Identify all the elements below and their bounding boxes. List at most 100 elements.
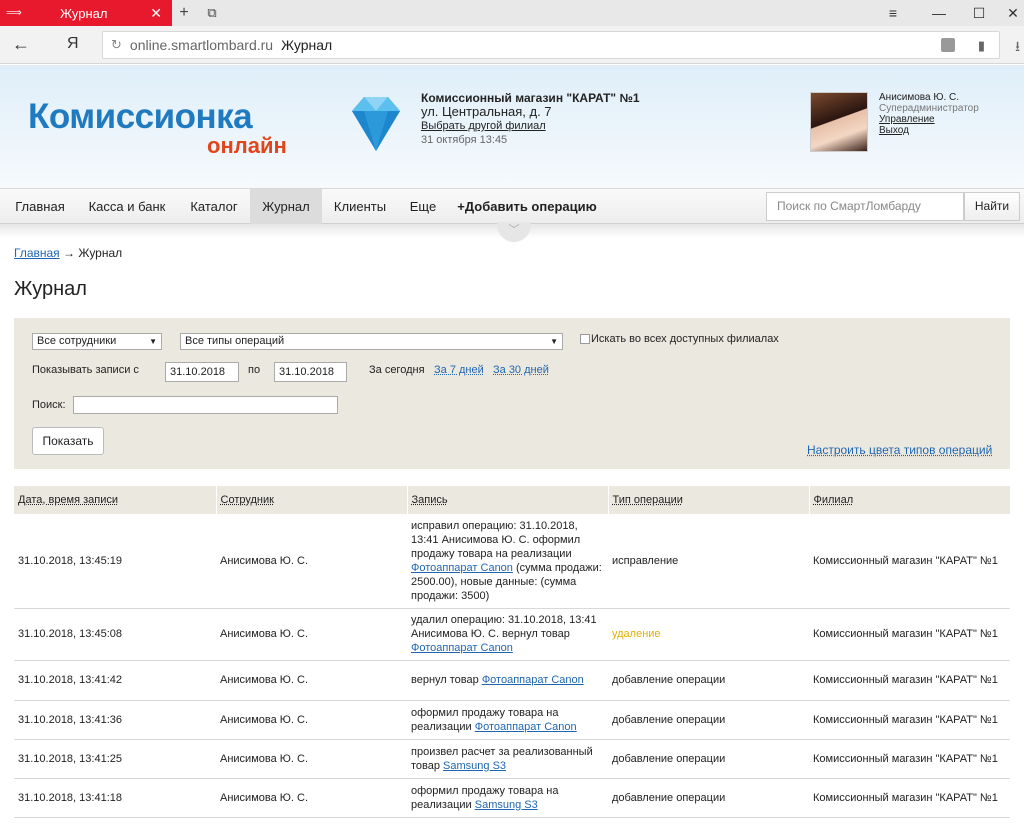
switch-branch-link[interactable]: Выбрать другой филиал — [421, 119, 640, 133]
site-header: Комиссионка онлайн Комиссионный магазин … — [0, 65, 1024, 188]
cell-branch: Комиссионный магазин "КАРАТ" №1 — [809, 700, 1010, 740]
page-title: Журнал — [14, 278, 87, 300]
cell-record: вернул товар Фотоаппарат Canon — [407, 660, 608, 701]
date-from-input[interactable]: 31.10.2018 — [165, 362, 239, 382]
minimize-icon[interactable]: — — [928, 3, 950, 23]
tab-title: Журнал — [60, 5, 108, 21]
breadcrumb-arrow: → — [63, 246, 76, 260]
cell-record: удалил операцию: 31.10.2018, 13:41 Аниси… — [407, 608, 608, 661]
week-link[interactable]: За 7 дней — [434, 364, 484, 376]
filter-panel: Все сотрудники ▼ Все типы операций ▼ Иск… — [14, 318, 1010, 469]
operation-types-select[interactable]: Все типы операций ▼ — [180, 333, 563, 350]
logout-link[interactable]: Выход — [879, 125, 979, 136]
employees-select-value: Все сотрудники — [37, 335, 117, 347]
menu-item-home[interactable]: Главная — [4, 189, 76, 224]
lock-icon[interactable] — [941, 38, 955, 52]
cell-branch: Комиссионный магазин "КАРАТ" №1 — [809, 739, 1010, 779]
manage-link[interactable]: Управление — [879, 114, 979, 125]
address-bar: ← Я ↻ online.smartlombard.ru Журнал ▮ ⭳ — [0, 26, 1024, 64]
col-header-datetime[interactable]: Дата, время записи — [14, 486, 216, 514]
table-row: 31.10.2018, 13:45:19 Анисимова Ю. С. исп… — [14, 514, 1010, 609]
cell-type: добавление операции — [608, 739, 809, 779]
menu-item-catalog[interactable]: Каталог — [178, 189, 250, 224]
cell-datetime: 31.10.2018, 13:45:19 — [14, 514, 216, 609]
breadcrumb-home[interactable]: Главная — [14, 246, 60, 260]
item-link[interactable]: Фотоаппарат Canon — [475, 721, 577, 733]
back-arrow-icon[interactable]: ← — [12, 34, 30, 55]
maximize-icon[interactable]: ☐ — [968, 3, 990, 23]
table-row: 31.10.2018, 13:41:36 Анисимова Ю. С. офо… — [14, 700, 1010, 740]
table-row: 31.10.2018, 13:41:18 Анисимова Ю. С. офо… — [14, 778, 1010, 818]
site-search-input[interactable]: Поиск по СмартЛомбарду — [766, 192, 964, 221]
url-field[interactable]: ↻ online.smartlombard.ru Журнал ▮ — [102, 31, 1000, 59]
date-to-input[interactable]: 31.10.2018 — [274, 362, 347, 382]
close-tab-icon[interactable]: ✕ — [150, 5, 162, 22]
new-tab-icon[interactable]: + — [174, 3, 194, 23]
show-records-label: Показывать записи с — [32, 364, 139, 376]
cell-datetime: 31.10.2018, 13:41:36 — [14, 700, 216, 740]
logo-sub-text[interactable]: онлайн — [207, 133, 287, 159]
operation-types-select-value: Все типы операций — [185, 335, 285, 347]
table-row: 31.10.2018, 13:41:42 Анисимова Ю. С. вер… — [14, 660, 1010, 701]
tabs-list-icon[interactable]: ⧉ — [202, 3, 222, 23]
menu-item-more[interactable]: Еще — [398, 189, 448, 224]
menu-item-add-operation[interactable]: +Добавить операцию — [448, 189, 606, 224]
url-host: online.smartlombard.ru — [129, 37, 274, 53]
chevron-down-icon[interactable]: ﹀ — [497, 222, 531, 242]
cell-employee: Анисимова Ю. С. — [216, 700, 407, 740]
close-window-icon[interactable]: ✕ — [1002, 3, 1024, 23]
col-header-branch[interactable]: Филиал — [808, 486, 1010, 514]
cell-record: оформил продажу товара на реализации Sam… — [407, 778, 608, 818]
breadcrumb-current: Журнал — [78, 246, 123, 260]
breadcrumb: Главная → Журнал — [14, 246, 122, 260]
col-header-record[interactable]: Запись — [406, 486, 608, 514]
cell-employee: Анисимова Ю. С. — [216, 608, 407, 661]
cell-branch: Комиссионный магазин "КАРАТ" №1 — [809, 660, 1010, 701]
journal-search-input[interactable] — [73, 396, 338, 414]
reload-icon[interactable]: ↻ — [111, 37, 122, 53]
yandex-logo-icon[interactable]: Я — [67, 35, 79, 53]
table-row: 31.10.2018, 13:45:08 Анисимова Ю. С. уда… — [14, 608, 1010, 661]
item-link[interactable]: Samsung S3 — [475, 799, 538, 811]
cell-branch: Комиссионный магазин "КАРАТ" №1 — [809, 608, 1010, 661]
cell-record: произвел расчет за реализованный товар S… — [407, 739, 608, 779]
menu-item-cash-bank[interactable]: Касса и банк — [76, 189, 178, 224]
main-menu: Главная Касса и банк Каталог Журнал Клие… — [0, 188, 1024, 224]
logo-main-text[interactable]: Комиссионка — [28, 97, 253, 137]
month-link[interactable]: За 30 дней — [493, 364, 549, 376]
cell-type: добавление операции — [608, 700, 809, 740]
cell-branch: Комиссионный магазин "КАРАТ" №1 — [809, 514, 1010, 609]
menu-item-clients[interactable]: Клиенты — [322, 189, 398, 224]
employees-select[interactable]: Все сотрудники ▼ — [32, 333, 162, 350]
col-header-employee[interactable]: Сотрудник — [215, 486, 407, 514]
all-branches-checkbox[interactable] — [580, 334, 590, 344]
url-page-title: Журнал — [281, 37, 333, 53]
download-icon[interactable]: ⭳ — [1015, 36, 1020, 60]
configure-colors-link[interactable]: Настроить цвета типов операций — [807, 443, 992, 457]
bookmark-icon[interactable]: ▮ — [978, 38, 985, 54]
search-label: Поиск: — [32, 399, 66, 411]
browser-tab-active[interactable]: ⟹ Журнал ✕ — [0, 0, 172, 26]
cell-employee: Анисимова Ю. С. — [216, 514, 407, 609]
cell-employee: Анисимова Ю. С. — [216, 739, 407, 779]
cell-datetime: 31.10.2018, 13:41:25 — [14, 739, 216, 779]
menu-item-journal[interactable]: Журнал — [250, 189, 322, 224]
shop-address: ул. Центральная, д. 7 — [421, 104, 552, 119]
avatar — [810, 92, 868, 152]
user-info: Анисимова Ю. С. Суперадминистратор Управ… — [879, 92, 979, 136]
item-link[interactable]: Фотоаппарат Canon — [411, 642, 513, 654]
menu-icon[interactable]: ≡ — [882, 3, 904, 23]
item-link[interactable]: Samsung S3 — [443, 760, 506, 772]
item-link[interactable]: Фотоаппарат Canon — [482, 674, 584, 686]
cell-datetime: 31.10.2018, 13:45:08 — [14, 608, 216, 661]
item-link[interactable]: Фотоаппарат Canon — [411, 562, 513, 574]
cell-record: оформил продажу товара на реализации Фот… — [407, 700, 608, 740]
diamond-logo-icon — [352, 97, 400, 151]
cell-branch: Комиссионный магазин "КАРАТ" №1 — [809, 778, 1010, 818]
cell-type: добавление операции — [608, 778, 809, 818]
col-header-type[interactable]: Тип операции — [607, 486, 809, 514]
show-button[interactable]: Показать — [32, 427, 104, 455]
today-label[interactable]: За сегодня — [369, 364, 425, 376]
site-search-button[interactable]: Найти — [964, 192, 1020, 221]
cell-type: добавление операции — [608, 660, 809, 701]
